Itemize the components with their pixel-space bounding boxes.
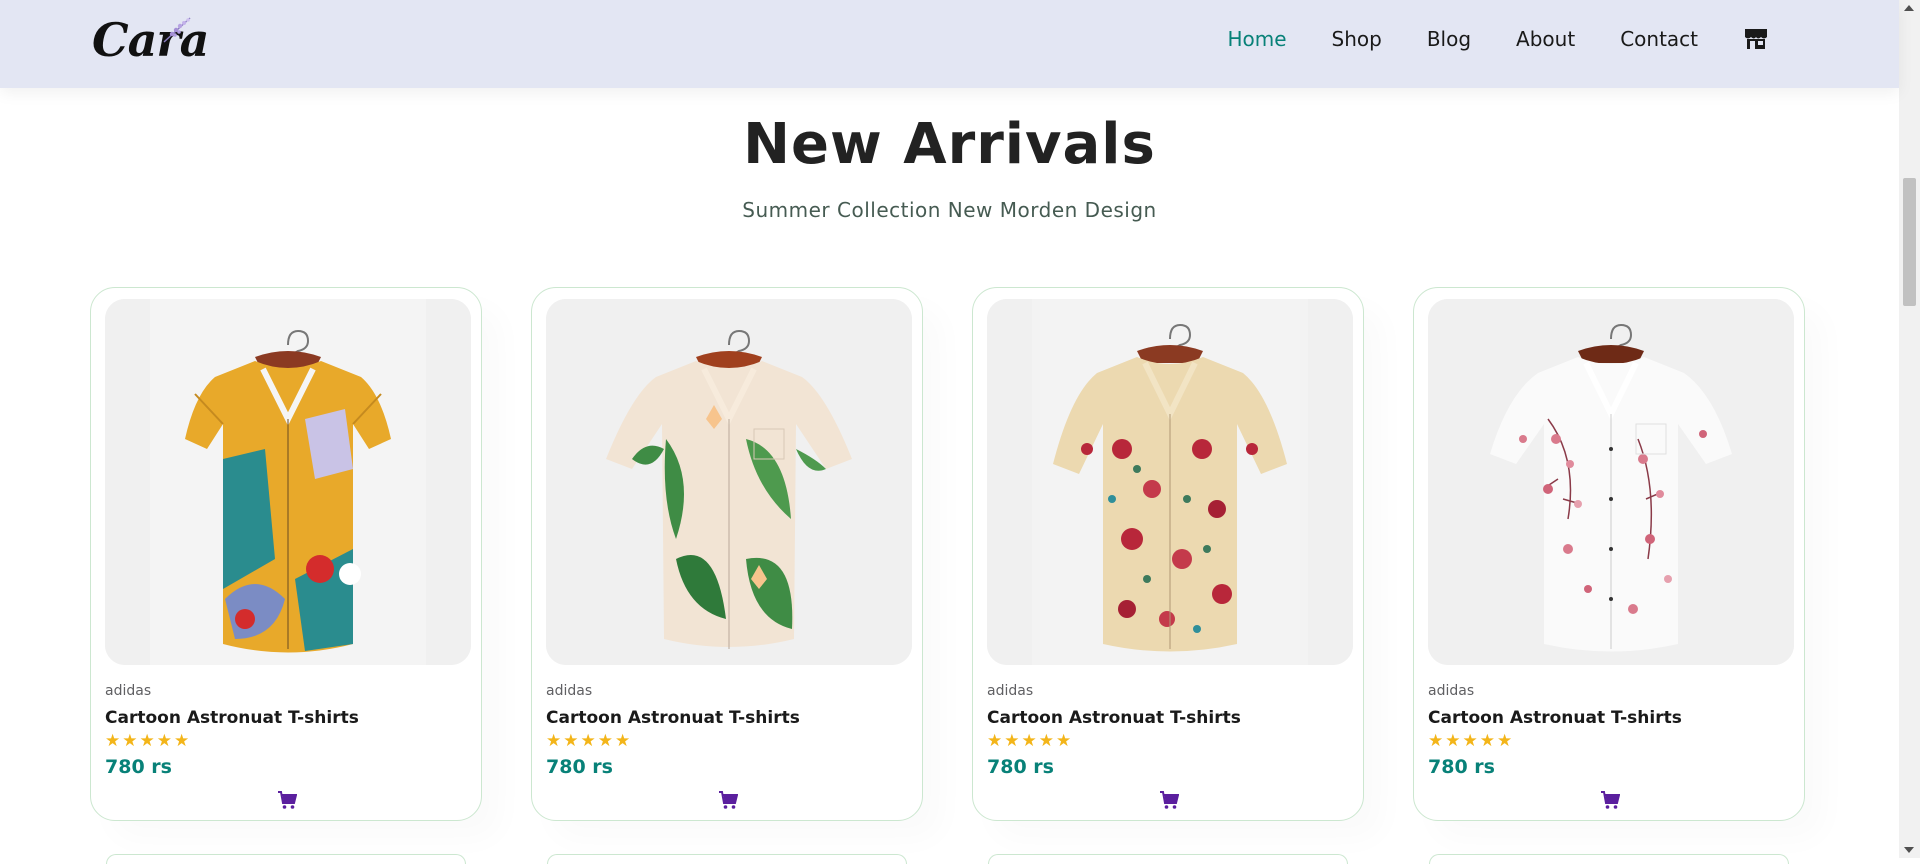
scrollbar-thumb[interactable]	[1903, 178, 1916, 306]
star-icon: ★	[1428, 731, 1444, 751]
star-icon: ★	[122, 731, 138, 751]
store-icon[interactable]	[1743, 26, 1769, 52]
star-icon: ★	[139, 731, 155, 751]
product-image[interactable]	[1428, 299, 1794, 665]
star-icon: ★	[987, 731, 1003, 751]
product-price: 780 rs	[987, 756, 1054, 778]
product-name[interactable]: Cartoon Astronuat T-shirts	[105, 708, 359, 728]
product-rating: ★ ★ ★ ★ ★	[105, 732, 191, 750]
star-icon: ★	[1479, 731, 1495, 751]
product-name[interactable]: Cartoon Astronuat T-shirts	[546, 708, 800, 728]
product-price: 780 rs	[546, 756, 613, 778]
star-icon: ★	[1445, 731, 1461, 751]
lavender-sprig-icon	[163, 17, 191, 43]
star-icon: ★	[174, 731, 190, 751]
star-icon: ★	[1462, 731, 1478, 751]
section-title: New Arrivals	[743, 112, 1156, 177]
add-to-cart-icon[interactable]	[1600, 790, 1620, 810]
product-card[interactable]: adidas Cartoon Astronuat T-shirts ★ ★ ★ ★ ★ …	[1413, 287, 1805, 821]
product-card-next-row	[106, 854, 466, 864]
nav-home[interactable]: Home	[1227, 26, 1286, 52]
add-to-cart-icon[interactable]	[1159, 790, 1179, 810]
product-rating: ★ ★ ★ ★ ★	[1428, 732, 1514, 750]
product-image[interactable]	[105, 299, 471, 665]
product-brand: adidas	[1428, 683, 1475, 699]
scroll-up-icon[interactable]	[1904, 5, 1914, 11]
star-icon: ★	[1497, 731, 1513, 751]
star-icon: ★	[563, 731, 579, 751]
star-icon: ★	[1038, 731, 1054, 751]
product-name[interactable]: Cartoon Astronuat T-shirts	[1428, 708, 1682, 728]
star-icon: ★	[105, 731, 121, 751]
product-card-next-row	[1429, 854, 1789, 864]
logo[interactable]: Cara	[92, 10, 209, 70]
star-icon: ★	[156, 731, 172, 751]
nav-about[interactable]: About	[1516, 26, 1575, 52]
product-brand: adidas	[105, 683, 152, 699]
scroll-down-icon[interactable]	[1904, 847, 1914, 853]
page-scrollbar[interactable]	[1899, 0, 1920, 858]
add-to-cart-icon[interactable]	[718, 790, 738, 810]
star-icon: ★	[580, 731, 596, 751]
product-brand: adidas	[546, 683, 593, 699]
star-icon: ★	[1004, 731, 1020, 751]
product-brand: adidas	[987, 683, 1034, 699]
star-icon: ★	[1056, 731, 1072, 751]
product-card-next-row	[547, 854, 907, 864]
product-rating: ★ ★ ★ ★ ★	[546, 732, 632, 750]
product-price: 780 rs	[105, 756, 172, 778]
product-card[interactable]: adidas Cartoon Astronuat T-shirts ★ ★ ★ ★ ★ …	[972, 287, 1364, 821]
product-price: 780 rs	[1428, 756, 1495, 778]
product-image[interactable]	[987, 299, 1353, 665]
nav-shop[interactable]: Shop	[1332, 26, 1382, 52]
product-card[interactable]: adidas Cartoon Astronuat T-shirts ★ ★ ★ ★ ★ …	[90, 287, 482, 821]
add-to-cart-icon[interactable]	[277, 790, 297, 810]
star-icon: ★	[615, 731, 631, 751]
main-nav: Home Shop Blog About Contact	[1182, 26, 1769, 52]
product-rating: ★ ★ ★ ★ ★	[987, 732, 1073, 750]
section-subtitle: Summer Collection New Morden Design	[742, 198, 1157, 222]
product-image[interactable]	[546, 299, 912, 665]
site-header: Cara Home Shop Blog About Contact	[0, 0, 1899, 88]
star-icon: ★	[597, 731, 613, 751]
star-icon: ★	[1021, 731, 1037, 751]
nav-blog[interactable]: Blog	[1427, 26, 1471, 52]
product-name[interactable]: Cartoon Astronuat T-shirts	[987, 708, 1241, 728]
product-card[interactable]: adidas Cartoon Astronuat T-shirts ★ ★ ★ ★ ★ …	[531, 287, 923, 821]
product-card-next-row	[988, 854, 1348, 864]
star-icon: ★	[546, 731, 562, 751]
nav-contact[interactable]: Contact	[1620, 26, 1698, 52]
